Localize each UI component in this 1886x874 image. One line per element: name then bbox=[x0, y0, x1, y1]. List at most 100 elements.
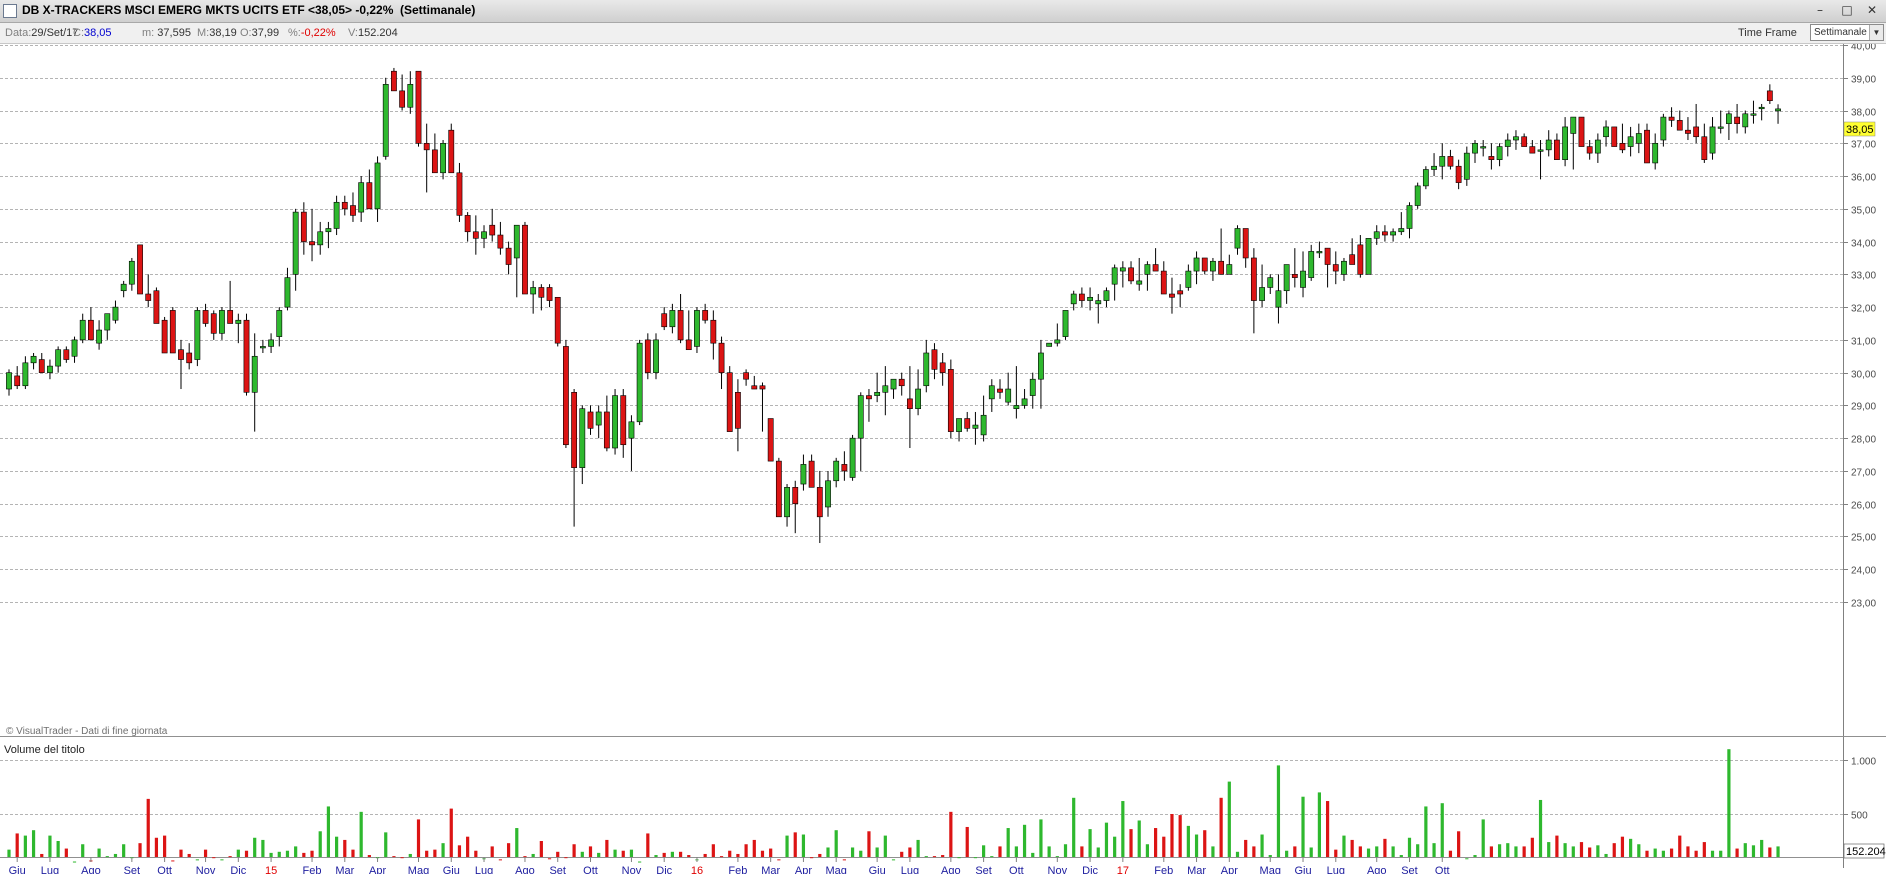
volume-bar bbox=[785, 835, 789, 857]
candle-down bbox=[644, 339, 651, 373]
minimize-icon[interactable]: – bbox=[1812, 3, 1828, 18]
volume-bar bbox=[1727, 749, 1731, 857]
candle-up bbox=[268, 339, 274, 347]
last-price-tag-text: 38,05 bbox=[1846, 124, 1874, 136]
volume-bar bbox=[56, 841, 60, 857]
price-tick-label: 24,00 bbox=[1851, 566, 1876, 577]
candle-up bbox=[1144, 264, 1151, 275]
volume-bar bbox=[588, 846, 593, 857]
candle-up bbox=[128, 260, 135, 285]
candle-up bbox=[513, 224, 520, 259]
volume-bar bbox=[1252, 846, 1256, 857]
volume-bar bbox=[1440, 803, 1444, 857]
volume-bar bbox=[277, 851, 281, 857]
candle-up bbox=[956, 418, 962, 432]
candle-down bbox=[489, 224, 496, 236]
candle-up bbox=[980, 414, 987, 436]
chevron-down-icon[interactable]: ▼ bbox=[1869, 25, 1883, 40]
candle-up bbox=[1226, 264, 1233, 275]
volume-bar bbox=[326, 806, 331, 857]
volume-bar bbox=[392, 856, 396, 858]
price-tick-label: 38,00 bbox=[1851, 108, 1876, 119]
volume-bar bbox=[752, 839, 756, 857]
candle-up bbox=[374, 162, 381, 210]
year-label: 16 bbox=[691, 865, 703, 874]
volume-bar bbox=[916, 839, 920, 857]
month-label: Ott bbox=[1435, 865, 1450, 874]
candle-down bbox=[743, 372, 749, 380]
volume-bar bbox=[1096, 847, 1100, 857]
volume-bar bbox=[1481, 819, 1485, 857]
volume-bar bbox=[449, 808, 453, 857]
candle-up bbox=[1259, 287, 1265, 301]
candle-down bbox=[759, 385, 766, 390]
timeframe-select[interactable]: Settimanale ▼ bbox=[1810, 24, 1884, 41]
candle-up bbox=[1070, 293, 1077, 305]
candle-down bbox=[88, 319, 94, 341]
candle-up bbox=[1742, 113, 1749, 128]
last-price-tag: 38,05 bbox=[1843, 121, 1876, 137]
candle-up bbox=[1013, 405, 1020, 409]
volume-bar bbox=[236, 849, 240, 857]
candle-up bbox=[1652, 142, 1659, 164]
volume-bar bbox=[343, 839, 347, 857]
volume-bar bbox=[1309, 847, 1313, 857]
volume-bar bbox=[1186, 825, 1190, 857]
candle-up bbox=[1758, 106, 1765, 110]
volume-bar bbox=[1751, 845, 1756, 857]
candle-up bbox=[1406, 205, 1413, 229]
volume-bar bbox=[1710, 850, 1715, 857]
title-bar: DB X-TRACKERS MSCI EMERG MKTS UCITS ETF … bbox=[0, 0, 1886, 23]
volume-bar bbox=[1031, 852, 1035, 857]
volume-bar bbox=[973, 857, 978, 859]
candle-up bbox=[1038, 352, 1044, 380]
price-tick-label: 29,00 bbox=[1851, 402, 1876, 413]
candle-down bbox=[448, 129, 455, 174]
volume-bar bbox=[1694, 850, 1698, 857]
volume-bar bbox=[1768, 847, 1772, 857]
volume-bar bbox=[515, 828, 519, 857]
volume-bar bbox=[7, 849, 11, 857]
candle-up bbox=[481, 231, 487, 239]
timeframe-label: Time Frame bbox=[1738, 27, 1797, 39]
candle-up bbox=[1562, 126, 1568, 160]
volume-bar bbox=[1448, 850, 1453, 857]
volume-bar bbox=[1268, 855, 1272, 857]
candle-down bbox=[300, 211, 307, 242]
volume-bar bbox=[1620, 836, 1625, 857]
candle-down bbox=[1619, 142, 1626, 151]
volume-bar bbox=[1334, 849, 1338, 857]
candle-up bbox=[1300, 270, 1306, 288]
volume-bar bbox=[1014, 846, 1018, 857]
close-icon[interactable]: ✕ bbox=[1864, 3, 1880, 18]
volume-bar bbox=[1325, 801, 1330, 857]
candle-down bbox=[1578, 116, 1585, 147]
volume-bar bbox=[1203, 830, 1207, 857]
volume-bar bbox=[466, 836, 470, 857]
restore-icon[interactable]: □ bbox=[1839, 3, 1855, 18]
month-label: Set bbox=[549, 865, 566, 874]
volume-bar bbox=[1121, 801, 1125, 857]
month-label: Set bbox=[124, 865, 141, 874]
candle-up bbox=[120, 283, 127, 292]
candle-down bbox=[63, 349, 70, 360]
volume-bar bbox=[580, 851, 584, 857]
candle-up bbox=[1087, 296, 1093, 301]
candle-up bbox=[1439, 156, 1446, 167]
candle-down bbox=[1554, 139, 1560, 160]
candle-down bbox=[1586, 146, 1593, 154]
window-title: DB X-TRACKERS MSCI EMERG MKTS UCITS ETF … bbox=[22, 3, 394, 17]
candle-up bbox=[849, 437, 856, 478]
volume-bar bbox=[801, 834, 806, 857]
volume-bar bbox=[1154, 828, 1158, 857]
volume-bar bbox=[1375, 846, 1379, 857]
candle-up bbox=[251, 355, 258, 393]
volume-bar bbox=[1702, 842, 1706, 857]
price-tick-label: 23,00 bbox=[1851, 599, 1876, 610]
candle-up bbox=[653, 339, 659, 373]
volume-bar bbox=[1227, 781, 1231, 857]
volume-bar bbox=[1596, 845, 1600, 857]
candle-down bbox=[227, 310, 234, 324]
volume-bar bbox=[318, 831, 322, 857]
timeframe-value: Settimanale bbox=[1814, 27, 1867, 38]
